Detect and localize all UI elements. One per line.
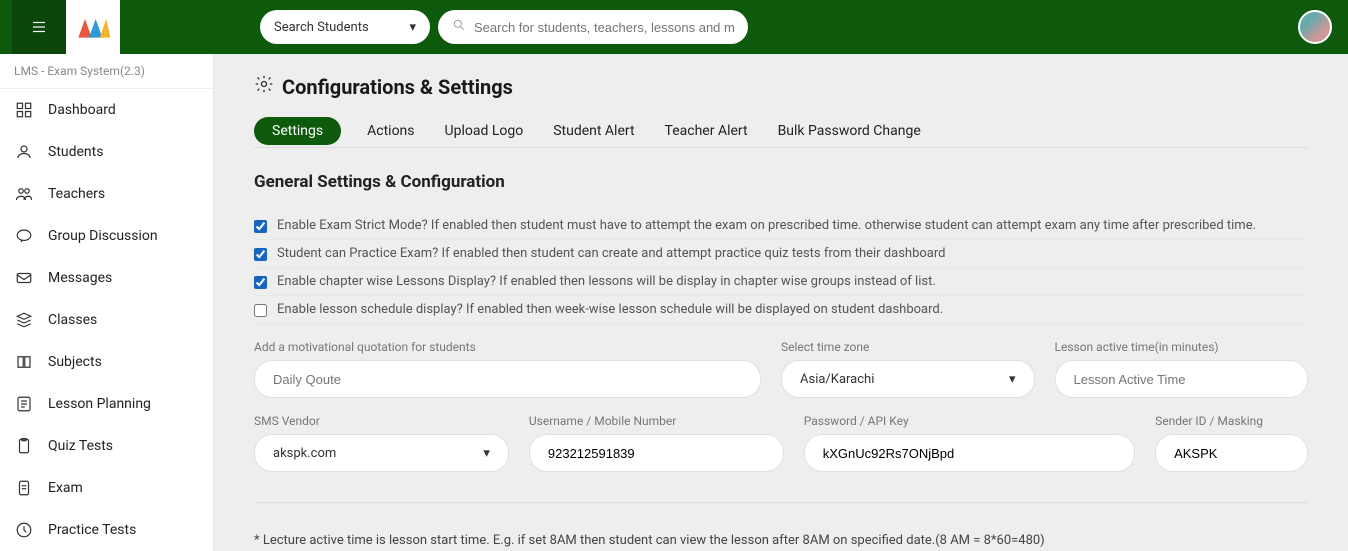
username-label: Username / Mobile Number <box>529 414 784 428</box>
sidebar-item-label: Exam <box>48 480 83 496</box>
sidebar-item-label: Quiz Tests <box>48 438 113 454</box>
sms-vendor-label: SMS Vendor <box>254 414 509 428</box>
sidebar-item-classes[interactable]: Classes <box>0 299 213 341</box>
sender-label: Sender ID / Masking <box>1155 414 1308 428</box>
lesson-active-input[interactable] <box>1074 372 1290 387</box>
sidebar-item-label: Teachers <box>48 186 105 202</box>
search-icon <box>452 18 466 36</box>
sidebar-item-lesson-planning[interactable]: Lesson Planning <box>0 383 213 425</box>
planning-icon <box>14 394 34 414</box>
sidebar-item-label: Classes <box>48 312 97 328</box>
check-strict-mode: Enable Exam Strict Mode? If enabled then… <box>254 212 1308 240</box>
sidebar-item-exam[interactable]: Exam <box>0 467 213 509</box>
check-lesson-schedule-box[interactable] <box>254 304 267 317</box>
search-box[interactable] <box>438 10 748 44</box>
check-strict-mode-box[interactable] <box>254 220 267 233</box>
search-scope-dropdown[interactable]: Search Students ▾ <box>260 10 430 44</box>
tab-student-alert[interactable]: Student Alert <box>549 115 638 147</box>
sidebar-item-teachers[interactable]: Teachers <box>0 173 213 215</box>
timezone-value: Asia/Karachi <box>800 372 874 387</box>
logo[interactable] <box>66 0 120 54</box>
sidebar-item-label: Practice Tests <box>48 522 136 538</box>
discussion-icon <box>14 226 34 246</box>
lesson-active-label: Lesson active time(in minutes) <box>1055 340 1309 354</box>
sidebar-item-students[interactable]: Students <box>0 131 213 173</box>
section-heading: General Settings & Configuration <box>254 172 1308 192</box>
check-practice-exam: Student can Practice Exam? If enabled th… <box>254 240 1308 268</box>
sidebar-item-dashboard[interactable]: Dashboard <box>0 89 213 131</box>
dashboard-icon <box>14 100 34 120</box>
subjects-icon <box>14 352 34 372</box>
sidebar-item-subjects[interactable]: Subjects <box>0 341 213 383</box>
timezone-label: Select time zone <box>781 340 1035 354</box>
sidebar-item-messages[interactable]: Messages <box>0 257 213 299</box>
page-title: Configurations & Settings <box>254 74 1308 99</box>
username-input[interactable] <box>548 446 765 461</box>
check-practice-exam-box[interactable] <box>254 248 267 261</box>
chevron-down-icon: ▾ <box>409 20 416 35</box>
sidebar-item-label: Group Discussion <box>48 228 158 244</box>
content: Configurations & Settings Settings Actio… <box>214 54 1348 551</box>
sidebar-item-label: Subjects <box>48 354 102 370</box>
practice-icon <box>14 520 34 540</box>
teachers-icon <box>14 184 34 204</box>
avatar[interactable] <box>1298 10 1332 44</box>
quote-input[interactable] <box>273 372 742 387</box>
tab-settings[interactable]: Settings <box>254 117 341 145</box>
gear-icon <box>254 74 274 99</box>
sms-vendor-select[interactable]: akspk.com ▾ <box>254 434 509 472</box>
search-input[interactable] <box>474 20 734 35</box>
messages-icon <box>14 268 34 288</box>
student-icon <box>14 142 34 162</box>
quiz-icon <box>14 436 34 456</box>
divider <box>254 502 1308 503</box>
footnote: * Lecture active time is lesson start ti… <box>254 533 1308 548</box>
tab-actions[interactable]: Actions <box>363 115 418 147</box>
chevron-down-icon: ▾ <box>483 446 490 461</box>
quote-label: Add a motivational quotation for student… <box>254 340 761 354</box>
classes-icon <box>14 310 34 330</box>
hamburger-button[interactable] <box>12 0 66 54</box>
check-chapter-lessons-box[interactable] <box>254 276 267 289</box>
page-title-text: Configurations & Settings <box>282 75 513 99</box>
system-label: LMS - Exam System(2.3) <box>0 54 213 89</box>
exam-icon <box>14 478 34 498</box>
check-label: Enable chapter wise Lessons Display? If … <box>277 274 936 289</box>
check-label: Enable Exam Strict Mode? If enabled then… <box>277 218 1256 233</box>
tab-bulk-password[interactable]: Bulk Password Change <box>774 115 925 147</box>
sms-vendor-value: akspk.com <box>273 446 336 461</box>
check-lesson-schedule: Enable lesson schedule display? If enabl… <box>254 296 1308 324</box>
check-label: Student can Practice Exam? If enabled th… <box>277 246 945 261</box>
search-scope-label: Search Students <box>274 20 369 35</box>
chevron-down-icon: ▾ <box>1009 372 1016 387</box>
sender-input[interactable] <box>1174 446 1289 461</box>
password-input[interactable] <box>823 446 1116 461</box>
check-label: Enable lesson schedule display? If enabl… <box>277 302 943 317</box>
tab-upload-logo[interactable]: Upload Logo <box>441 115 528 147</box>
sidebar-item-group-discussion[interactable]: Group Discussion <box>0 215 213 257</box>
sidebar-item-label: Messages <box>48 270 112 286</box>
tab-teacher-alert[interactable]: Teacher Alert <box>661 115 752 147</box>
topbar: Search Students ▾ <box>0 0 1348 54</box>
password-label: Password / API Key <box>804 414 1135 428</box>
sidebar-item-practice-tests[interactable]: Practice Tests <box>0 509 213 551</box>
logo-icon <box>73 12 113 42</box>
check-chapter-lessons: Enable chapter wise Lessons Display? If … <box>254 268 1308 296</box>
sidebar-item-label: Lesson Planning <box>48 396 151 412</box>
sidebar-item-label: Dashboard <box>48 102 116 118</box>
sidebar-item-quiz-tests[interactable]: Quiz Tests <box>0 425 213 467</box>
tabs: Settings Actions Upload Logo Student Ale… <box>254 115 1308 148</box>
timezone-select[interactable]: Asia/Karachi ▾ <box>781 360 1035 398</box>
sidebar: LMS - Exam System(2.3) Dashboard Student… <box>0 54 214 551</box>
sidebar-item-label: Students <box>48 144 103 160</box>
